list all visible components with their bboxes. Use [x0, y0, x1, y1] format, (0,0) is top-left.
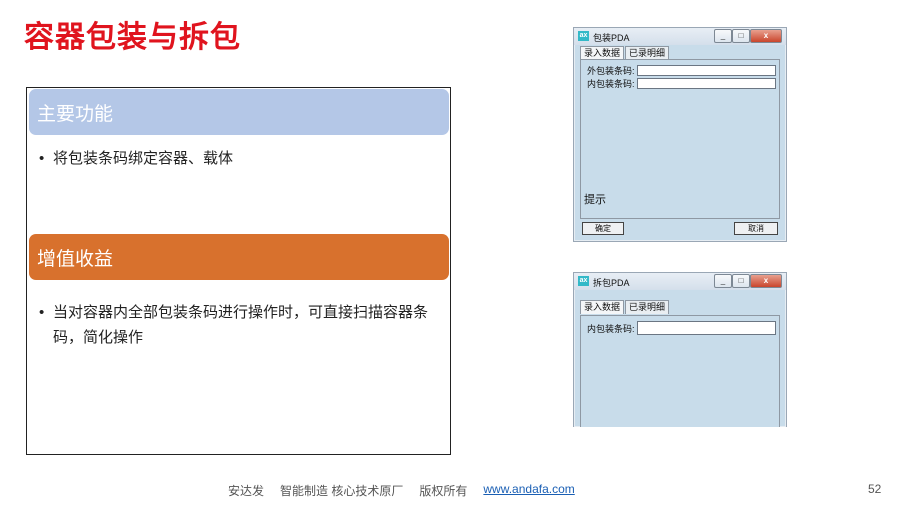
slide-title: 容器包装与拆包 [24, 21, 241, 54]
window-title: 包装PDA [593, 33, 630, 43]
bullet-text: 当对容器内全部包装条码进行操作时，可直接扫描容器条码，简化操作 [53, 304, 429, 346]
bullet-dot-icon: • [39, 150, 45, 167]
bullet-item: • 将包装条码绑定容器、载体 [39, 146, 439, 171]
outer-barcode-label: 外包装条码: [587, 65, 635, 76]
bullet-text: 将包装条码绑定容器、载体 [53, 150, 234, 167]
packing-pda-window: ax 包装PDA _ □ x 录入数据 已录明细 外包装条码: 内包装条码: 提… [573, 27, 787, 242]
tab-recorded-details[interactable]: 已录明细 [625, 300, 670, 314]
inner-barcode-label: 内包装条码: [587, 323, 635, 334]
footer-website-link[interactable]: www.andafa.com [483, 482, 574, 499]
content-box: 主要功能 • 将包装条码绑定容器、载体 增值收益 • 当对容器内全部包装条码进行… [26, 87, 451, 455]
minimize-button[interactable]: _ [714, 274, 732, 288]
close-button[interactable]: x [750, 29, 782, 43]
minimize-button[interactable]: _ [714, 29, 732, 43]
tab-bar: 录入数据 已录明细 [580, 300, 670, 314]
bullet-item: • 当对容器内全部包装条码进行操作时，可直接扫描容器条码，简化操作 [39, 300, 439, 350]
inner-barcode-row: 内包装条码: [587, 77, 776, 89]
page-number: 52 [868, 482, 882, 496]
unpacking-pda-window: ax 拆包PDA _ □ x 录入数据 已录明细 内包装条码: [573, 272, 787, 427]
tab-entry-data[interactable]: 录入数据 [580, 300, 625, 314]
inner-barcode-input[interactable] [637, 321, 776, 335]
cancel-button[interactable]: 取消 [734, 222, 778, 235]
tab-entry-data[interactable]: 录入数据 [580, 46, 625, 60]
footer: 安达发 智能制造 核心技术原厂 版权所有 www.andafa.com [228, 482, 575, 499]
tab-panel: 内包装条码: [580, 315, 780, 427]
window-titlebar[interactable]: ax 包装PDA _ □ x [574, 28, 786, 45]
maximize-button[interactable]: □ [732, 29, 750, 43]
outer-barcode-row: 外包装条码: [587, 64, 776, 76]
app-icon: ax [578, 276, 589, 286]
tab-bar: 录入数据 已录明细 [580, 46, 670, 60]
inner-barcode-row: 内包装条码: [587, 321, 776, 335]
app-icon: ax [578, 31, 589, 41]
footer-slogan: 智能制造 核心技术原厂 [280, 484, 404, 498]
maximize-button[interactable]: □ [732, 274, 750, 288]
window-title: 拆包PDA [593, 278, 630, 288]
window-titlebar[interactable]: ax 拆包PDA _ □ x [574, 273, 786, 290]
footer-rights: 版权所有 [419, 484, 468, 498]
inner-barcode-label: 内包装条码: [587, 78, 635, 89]
section-heading-value-added: 增值收益 [29, 234, 449, 280]
outer-barcode-input[interactable] [637, 64, 776, 76]
tab-recorded-details[interactable]: 已录明细 [625, 46, 670, 60]
close-button[interactable]: x [750, 274, 782, 288]
hint-label: 提示 [584, 194, 606, 206]
tab-panel: 外包装条码: 内包装条码: 提示 [580, 59, 780, 219]
footer-company: 安达发 [228, 484, 265, 498]
bullet-dot-icon: • [39, 304, 45, 321]
section-heading-main-function: 主要功能 [29, 89, 449, 135]
confirm-button[interactable]: 确定 [582, 222, 624, 235]
inner-barcode-input[interactable] [637, 77, 776, 89]
